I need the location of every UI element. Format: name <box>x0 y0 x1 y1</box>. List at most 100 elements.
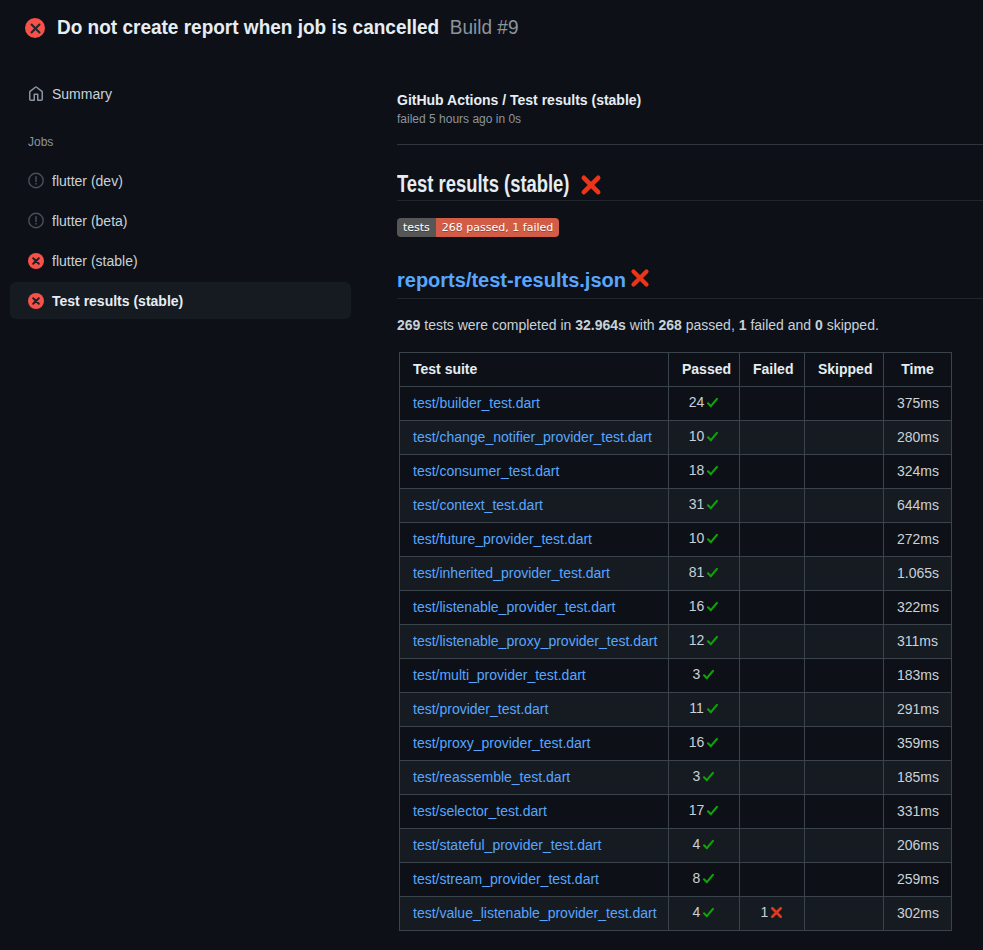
col-header-skipped: Skipped <box>805 353 884 387</box>
table-header-row: Test suitePassedFailedSkippedTime <box>400 353 952 387</box>
badge-label: tests <box>397 218 436 237</box>
passed-cell: 4 <box>669 897 740 931</box>
sidebar-summary-label: Summary <box>52 86 112 102</box>
skipped-cell <box>805 557 884 591</box>
time-cell: 183ms <box>884 659 952 693</box>
table-row: test/multi_provider_test.dart3183ms <box>400 659 952 693</box>
table-row: test/reassemble_test.dart3185ms <box>400 761 952 795</box>
table-row: test/builder_test.dart24375ms <box>400 387 952 421</box>
check-icon <box>706 497 719 516</box>
time-cell: 331ms <box>884 795 952 829</box>
table-row: test/future_provider_test.dart 10 272ms <box>400 523 952 557</box>
passed-cell: 12 <box>669 625 740 659</box>
passed-cell: 4 <box>669 829 740 863</box>
suite-link[interactable]: test/value_listenable_provider_test.dart <box>413 905 657 921</box>
passed-cell: 31 <box>669 489 740 523</box>
table-row: test/context_test.dart 31 644ms <box>400 489 952 523</box>
passed-cell: 24 <box>669 387 740 421</box>
time-cell: 302ms <box>884 897 952 931</box>
col-header-test-suite: Test suite <box>400 353 669 387</box>
suite-link[interactable]: test/listenable_proxy_provider_test.dart <box>413 633 657 649</box>
passed-cell: 8 <box>669 863 740 897</box>
check-icon <box>702 667 715 686</box>
badge-value: 268 passed, 1 failed <box>436 218 559 237</box>
x-icon <box>770 905 783 924</box>
failed-cell <box>740 795 805 829</box>
skipped-cell <box>805 829 884 863</box>
sidebar-job-label: flutter (dev) <box>52 173 123 189</box>
sidebar-job-flutter-dev-[interactable]: flutter (dev) <box>10 162 351 199</box>
failed-cell <box>740 659 805 693</box>
section-failed-icon <box>580 174 602 200</box>
suite-link[interactable]: test/consumer_test.dart <box>413 463 559 479</box>
section-title-row: Test results (stable) <box>397 171 613 198</box>
page-title: Do not create report when job is cancell… <box>57 16 439 38</box>
suite-link[interactable]: test/listenable_provider_test.dart <box>413 599 615 615</box>
divider-section <box>397 200 983 201</box>
x-circle-icon <box>28 253 44 269</box>
passed-cell: 10 <box>669 523 740 557</box>
check-icon <box>706 735 719 754</box>
sidebar-job-test-results-stable-[interactable]: Test results (stable) <box>10 282 351 319</box>
check-icon <box>706 803 719 822</box>
cancelled-icon <box>28 213 44 229</box>
passed-cell: 18 <box>669 455 740 489</box>
check-icon <box>706 701 719 720</box>
suite-link[interactable]: test/context_test.dart <box>413 497 543 513</box>
divider-report <box>397 298 983 299</box>
sidebar-item-summary[interactable]: Summary <box>10 75 351 112</box>
sidebar-job-label: flutter (beta) <box>52 213 127 229</box>
skipped-cell <box>805 421 884 455</box>
skipped-cell <box>805 727 884 761</box>
failed-cell <box>740 523 805 557</box>
table-row: test/listenable_provider_test.dart16322m… <box>400 591 952 625</box>
suite-link[interactable]: test/selector_test.dart <box>413 803 547 819</box>
suite-link[interactable]: test/multi_provider_test.dart <box>413 667 586 683</box>
table-row: test/listenable_proxy_provider_test.dart… <box>400 625 952 659</box>
x-circle-icon <box>28 293 44 309</box>
suite-link[interactable]: test/inherited_provider_test.dart <box>413 565 610 581</box>
home-icon <box>28 86 44 102</box>
time-cell: 1.065s <box>884 557 952 591</box>
results-table: Test suitePassedFailedSkippedTime test/b… <box>399 352 952 931</box>
time-cell: 644ms <box>884 489 952 523</box>
failed-cell <box>740 863 805 897</box>
skipped-cell <box>805 489 884 523</box>
report-link[interactable]: reports/test-results.json <box>397 269 626 292</box>
table-row: test/consumer_test.dart18324ms <box>400 455 952 489</box>
sidebar-job-flutter-beta-[interactable]: flutter (beta) <box>10 202 351 239</box>
suite-link[interactable]: test/provider_test.dart <box>413 701 548 717</box>
check-icon <box>702 905 715 924</box>
table-row: test/stream_provider_test.dart 8 259ms <box>400 863 952 897</box>
table-row: test/proxy_provider_test.dart16359ms <box>400 727 952 761</box>
col-header-failed: Failed <box>740 353 805 387</box>
time-cell: 272ms <box>884 523 952 557</box>
col-header-time: Time <box>884 353 952 387</box>
failed-cell: 1 <box>740 897 805 931</box>
failed-cell <box>740 489 805 523</box>
suite-link[interactable]: test/future_provider_test.dart <box>413 531 592 547</box>
suite-link[interactable]: test/proxy_provider_test.dart <box>413 735 590 751</box>
failed-cell <box>740 829 805 863</box>
sidebar-job-label: flutter (stable) <box>52 253 138 269</box>
skipped-cell <box>805 863 884 897</box>
passed-cell: 81 <box>669 557 740 591</box>
suite-link[interactable]: test/change_notifier_provider_test.dart <box>413 429 652 445</box>
failed-cell <box>740 557 805 591</box>
suite-link[interactable]: test/reassemble_test.dart <box>413 769 570 785</box>
time-cell: 311ms <box>884 625 952 659</box>
suite-link[interactable]: test/builder_test.dart <box>413 395 540 411</box>
suite-link[interactable]: test/stream_provider_test.dart <box>413 871 599 887</box>
skipped-cell <box>805 761 884 795</box>
sidebar-job-flutter-stable-[interactable]: flutter (stable) <box>10 242 351 279</box>
check-icon <box>706 429 719 448</box>
table-row: test/value_listenable_provider_test.dart… <box>400 897 952 931</box>
skipped-cell <box>805 591 884 625</box>
time-cell: 259ms <box>884 863 952 897</box>
divider-top <box>397 144 983 145</box>
failed-cell <box>740 727 805 761</box>
skipped-cell <box>805 659 884 693</box>
suite-link[interactable]: test/stateful_provider_test.dart <box>413 837 601 853</box>
table-row: test/change_notifier_provider_test.dart1… <box>400 421 952 455</box>
failed-cell <box>740 625 805 659</box>
